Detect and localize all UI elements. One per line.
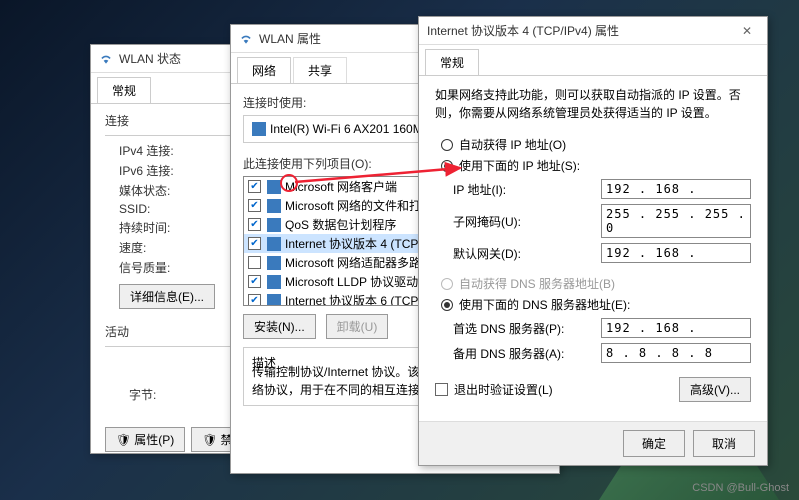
dns2-label: 备用 DNS 服务器(A): — [453, 345, 564, 362]
cancel-button[interactable]: 取消 — [693, 430, 755, 457]
dns1-label: 首选 DNS 服务器(P): — [453, 320, 564, 337]
auto-dns-radio — [441, 278, 453, 290]
wifi-icon — [239, 32, 253, 46]
auto-ip-label: 自动获得 IP 地址(O) — [459, 136, 566, 153]
component-icon — [267, 275, 281, 289]
checkbox[interactable]: ✔ — [248, 199, 261, 212]
component-icon — [267, 180, 281, 194]
component-icon — [267, 294, 281, 307]
checkbox[interactable] — [248, 256, 261, 269]
wifi-icon — [99, 52, 113, 66]
signal-label: 信号质量: — [119, 259, 170, 276]
media-label: 媒体状态: — [119, 182, 170, 199]
tabs: 常规 — [419, 45, 767, 76]
properties-button[interactable]: 🛡属性(P) — [105, 427, 185, 452]
gateway-input[interactable]: 192 . 168 . — [601, 243, 751, 263]
component-icon — [267, 237, 281, 251]
advanced-button[interactable]: 高级(V)... — [679, 377, 751, 402]
subnet-mask-input[interactable]: 255 . 255 . 255 . 0 — [601, 204, 751, 238]
auto-dns-label: 自动获得 DNS 服务器地址(B) — [459, 275, 615, 292]
checkbox[interactable]: ✔ — [248, 218, 261, 231]
speed-label: 速度: — [119, 239, 146, 256]
checkbox[interactable]: ✔ — [248, 180, 261, 193]
annotation-circle-icon — [280, 174, 298, 192]
component-icon — [267, 199, 281, 213]
install-button[interactable]: 安装(N)... — [243, 314, 316, 339]
validate-checkbox[interactable] — [435, 383, 448, 396]
close-icon[interactable]: ✕ — [735, 24, 759, 38]
dns2-input[interactable]: 8 . 8 . 8 . 8 — [601, 343, 751, 363]
titlebar: Internet 协议版本 4 (TCP/IPv4) 属性 ✕ — [419, 17, 767, 45]
ipv4-properties-window: Internet 协议版本 4 (TCP/IPv4) 属性 ✕ 常规 如果网络支… — [418, 16, 768, 466]
adapter-icon — [252, 122, 266, 136]
ipv6-label: IPv6 连接: — [119, 162, 174, 179]
manual-dns-radio[interactable] — [441, 299, 453, 311]
component-icon — [267, 256, 281, 270]
window-title: Internet 协议版本 4 (TCP/IPv4) 属性 — [427, 22, 735, 39]
checkbox[interactable]: ✔ — [248, 294, 261, 306]
validate-label: 退出时验证设置(L) — [454, 381, 553, 398]
tab-general[interactable]: 常规 — [425, 49, 479, 75]
ip-address-input[interactable]: 192 . 168 . — [601, 179, 751, 199]
subnet-mask-label: 子网掩码(U): — [453, 213, 521, 230]
details-button[interactable]: 详细信息(E)... — [119, 284, 215, 309]
manual-ip-label: 使用下面的 IP 地址(S): — [459, 157, 580, 174]
ssid-label: SSID: — [119, 202, 150, 216]
dns1-input[interactable]: 192 . 168 . — [601, 318, 751, 338]
ok-button[interactable]: 确定 — [623, 430, 685, 457]
annotation-arrow-icon — [290, 120, 470, 190]
tab-network[interactable]: 网络 — [237, 57, 291, 83]
tab-general[interactable]: 常规 — [97, 77, 151, 103]
gateway-label: 默认网关(D): — [453, 245, 521, 262]
checkbox[interactable]: ✔ — [248, 237, 261, 250]
item-label: QoS 数据包计划程序 — [285, 216, 396, 233]
component-icon — [267, 218, 281, 232]
uninstall-button[interactable]: 卸载(U) — [326, 314, 389, 339]
manual-dns-label: 使用下面的 DNS 服务器地址(E): — [459, 296, 630, 313]
watermark: CSDN @Bull-Ghost — [692, 482, 789, 494]
bytes-label: 字节: — [129, 386, 156, 403]
tab-sharing[interactable]: 共享 — [293, 57, 347, 83]
checkbox[interactable]: ✔ — [248, 275, 261, 288]
intro-text: 如果网络支持此功能，则可以获取自动指派的 IP 设置。否则，你需要从网络系统管理… — [435, 86, 751, 122]
ipv4-label: IPv4 连接: — [119, 142, 174, 159]
duration-label: 持续时间: — [119, 219, 170, 236]
